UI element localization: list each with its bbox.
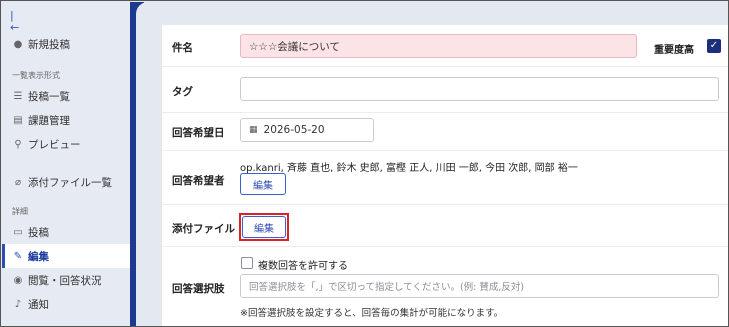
allow-multiple-checkbox[interactable]: [241, 257, 253, 269]
sidebar-item-notification[interactable]: ♪ 通知: [2, 292, 130, 316]
choices-placeholder: 回答選択肢を「,」で区切って指定してください。(例: 賛成,反対): [249, 282, 525, 293]
sidebar-item-new-post[interactable]: ● 新規投稿: [2, 32, 130, 56]
edit-form: 件名 ☆☆☆会議について 重要度高 ✓ タグ 回答希望日 ▦ 2026-05-2…: [161, 25, 728, 326]
magnifier-icon: ⚲: [14, 138, 22, 150]
sidebar-item-label: 通知: [28, 298, 49, 311]
bell-icon: ♪: [14, 298, 22, 310]
tag-label: タグ: [172, 86, 193, 98]
important-label: 重要度高: [654, 45, 694, 56]
attachment-label: 添付ファイル: [172, 223, 235, 235]
sidebar-item-label: 添付ファイル一覧: [28, 176, 112, 189]
sidebar-item-post-list[interactable]: ☰ 投稿一覧: [2, 84, 130, 108]
content-corner: [136, 2, 150, 326]
calendar-icon: ▦: [249, 125, 258, 135]
sidebar-item-attachments-list[interactable]: ⌀ 添付ファイル一覧: [2, 170, 130, 194]
sidebar-item-label: 閲覧・回答状況: [28, 274, 102, 287]
choices-note: ※回答選択肢を設定すると、回答毎の集計が可能になります。: [240, 308, 504, 319]
app-window: |← ● 新規投稿 一覧表示形式 ☰ 投稿一覧 ▤ 課題管理 ⚲ プレビュー ⌀…: [0, 0, 729, 327]
document-icon: ▤: [13, 114, 23, 126]
sidebar-item-label: 新規投稿: [28, 38, 70, 51]
form-row-choices: 回答選択肢 複数回答を許可する 回答選択肢を「,」で区切って指定してください。(…: [162, 247, 728, 326]
plus-circle-icon: ●: [13, 38, 23, 50]
sidebar-section-list-format: 一覧表示形式: [12, 71, 60, 80]
paperclip-icon: ⌀: [14, 176, 22, 188]
due-date-value: 2026-05-20: [263, 124, 325, 136]
attachment-edit-button[interactable]: 編集: [242, 216, 286, 238]
sidebar-item-label: プレビュー: [28, 138, 81, 151]
chat-bubble-icon: ▭: [13, 226, 23, 238]
form-row-subject: 件名 ☆☆☆会議について 重要度高 ✓: [162, 25, 728, 67]
choices-input[interactable]: 回答選択肢を「,」で区切って指定してください。(例: 賛成,反対): [240, 274, 719, 298]
sidebar-item-preview[interactable]: ⚲ プレビュー: [2, 132, 130, 156]
sidebar-item-label: 編集: [28, 250, 49, 263]
respondents-label: 回答希望者: [172, 175, 225, 187]
eye-icon: ◉: [13, 274, 23, 286]
sidebar-item-label: 投稿一覧: [28, 90, 70, 103]
pencil-icon: ✎: [13, 250, 23, 262]
due-date-label: 回答希望日: [172, 127, 225, 139]
respondents-list: op.kanri, 斉藤 直也, 鈴木 史郎, 富樫 正人, 川田 一郎, 今田…: [240, 163, 578, 174]
form-row-due-date: 回答希望日 ▦ 2026-05-20: [162, 113, 728, 151]
sidebar-item-edit[interactable]: ✎ 編集: [2, 244, 130, 268]
sidebar-section-details: 詳細: [12, 207, 28, 216]
allow-multiple-label[interactable]: 複数回答を許可する: [258, 257, 348, 272]
important-checkbox[interactable]: ✓: [707, 39, 721, 53]
choices-label: 回答選択肢: [172, 283, 225, 295]
tag-input[interactable]: [240, 77, 719, 101]
sidebar-item-post[interactable]: ▭ 投稿: [2, 220, 130, 244]
form-row-tag: タグ: [162, 67, 728, 113]
due-date-input[interactable]: ▦ 2026-05-20: [240, 118, 374, 142]
sidebar-item-label: 投稿: [28, 226, 49, 239]
sidebar-item-label: 課題管理: [28, 114, 70, 127]
list-icon: ☰: [13, 90, 23, 102]
respondents-edit-button[interactable]: 編集: [240, 173, 286, 195]
form-row-attachment: 添付ファイル 編集: [162, 205, 728, 247]
sidebar-item-view-reply-status[interactable]: ◉ 閲覧・回答状況: [2, 268, 130, 292]
subject-label: 件名: [172, 42, 193, 54]
subject-input[interactable]: ☆☆☆会議について: [240, 34, 637, 58]
check-icon: ✓: [709, 40, 719, 51]
sidebar: |← ● 新規投稿 一覧表示形式 ☰ 投稿一覧 ▤ 課題管理 ⚲ プレビュー ⌀…: [2, 2, 130, 326]
collapse-left-icon[interactable]: |←: [10, 10, 22, 34]
sidebar-item-task-management[interactable]: ▤ 課題管理: [2, 108, 130, 132]
form-row-respondents: 回答希望者 op.kanri, 斉藤 直也, 鈴木 史郎, 富樫 正人, 川田 …: [162, 151, 728, 205]
